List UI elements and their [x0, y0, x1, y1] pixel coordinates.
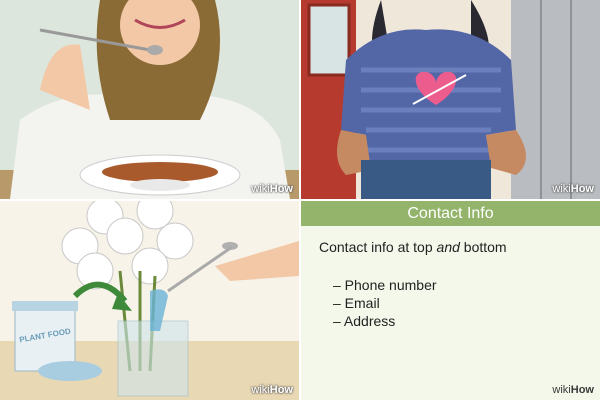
panel-heart-shirt: wikiHow [301, 0, 600, 199]
watermark-how: How [570, 183, 594, 195]
eating-soup-illustration [0, 0, 299, 199]
panel-contact-info: Contact Info Contact info at top and bot… [301, 201, 600, 400]
subtitle-post: bottom [459, 239, 507, 255]
wikihow-watermark: wikiHow [251, 384, 293, 396]
wikihow-watermark: wikiHow [251, 183, 293, 195]
list-item: – Email [333, 295, 380, 311]
wikihow-watermark: wikiHow [552, 384, 594, 396]
panel-roses-plant-food: PLANT FOOD wikiHow [0, 201, 299, 400]
subtitle-pre: Contact info at top [319, 239, 437, 255]
watermark-wiki: wiki [251, 183, 270, 195]
watermark-wiki: wiki [552, 384, 571, 396]
watermark-wiki: wiki [552, 183, 571, 195]
list-item: – Phone number [333, 277, 437, 293]
contact-info-subtitle: Contact info at top and bottom [319, 239, 507, 255]
subtitle-emphasis: and [436, 239, 460, 255]
panel-eating-soup: wikiHow [0, 0, 299, 199]
list-item: – Address [333, 313, 396, 329]
watermark-how: How [269, 183, 293, 195]
contact-info-title: Contact Info [301, 201, 600, 226]
heart-shirt-illustration [301, 0, 600, 199]
image-grid: wikiHow wikiHow PLANT FOOD wikiHow Conta… [0, 0, 600, 400]
wikihow-watermark: wikiHow [552, 183, 594, 195]
watermark-wiki: wiki [251, 384, 270, 396]
roses-illustration [0, 201, 299, 400]
watermark-how: How [570, 384, 594, 396]
watermark-how: How [269, 384, 293, 396]
contact-info-list: – Phone number – Email – Address [333, 276, 437, 330]
